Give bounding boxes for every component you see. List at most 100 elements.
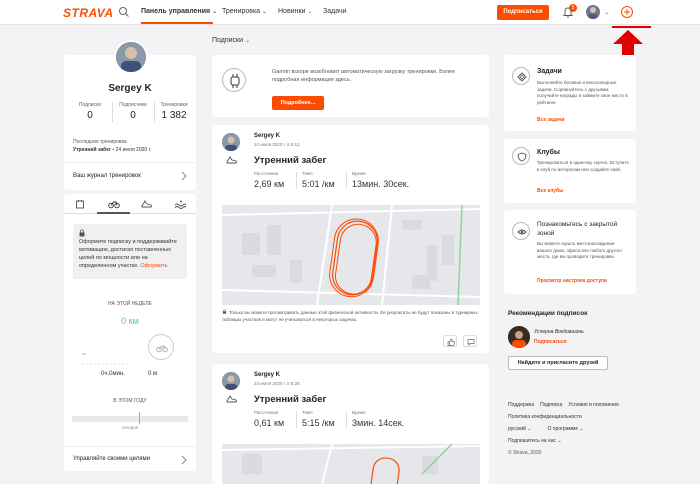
year-label: В ЭТОМ ГОДУ bbox=[113, 398, 147, 404]
distance-value: 2,69 км bbox=[254, 179, 285, 189]
activity-card: Sergey K 24 июля 2020 г. в 8:28 Утренний… bbox=[212, 364, 489, 484]
divider bbox=[346, 172, 347, 189]
shield-icon bbox=[512, 147, 530, 165]
subscriptions-count[interactable]: 0 bbox=[70, 110, 110, 121]
comment-icon bbox=[467, 339, 475, 346]
challenges-title[interactable]: Задачи bbox=[537, 68, 562, 75]
avatar[interactable] bbox=[114, 40, 148, 74]
subscribers-count[interactable]: 0 bbox=[113, 110, 153, 121]
garmin-notice-text: Garmin вскоре возобновит автоматическую … bbox=[272, 69, 456, 83]
pace-value: 5:15 /км bbox=[302, 418, 335, 428]
activity-card: Sergey K 24 июля 2020 г. в 8:12 Утренний… bbox=[212, 125, 489, 353]
pace-label: Темп bbox=[302, 171, 313, 176]
more-button[interactable]: Подробнее... bbox=[272, 96, 324, 110]
route-map[interactable] bbox=[222, 205, 480, 305]
all-clubs-link[interactable]: Все клубы bbox=[537, 188, 563, 194]
garmin-notice-card: Garmin вскоре возобновит автоматическую … bbox=[212, 55, 489, 117]
chevron-down-icon: ⌄ bbox=[245, 38, 251, 44]
recommendations-title: Рекомендации подписок bbox=[508, 310, 588, 317]
map-graphic bbox=[222, 205, 480, 305]
pace-value: 5:01 /км bbox=[302, 179, 335, 189]
route-map[interactable] bbox=[222, 444, 480, 484]
promo-link[interactable]: Оформить bbox=[140, 263, 167, 269]
last-training-label: Последняя тренировка bbox=[73, 139, 127, 145]
profile-card: Sergey K Подписки 0 Подписчики 0 Трениро… bbox=[64, 40, 196, 190]
chevron-right-icon bbox=[181, 171, 187, 181]
promo-text: Оформите подписку и поддерживайте мотива… bbox=[79, 238, 183, 270]
activity-title[interactable]: Утренний забег bbox=[254, 155, 326, 166]
trainings-label: Тренировки bbox=[160, 102, 188, 108]
time-label: Время bbox=[352, 410, 366, 415]
chevron-down-icon: ⌄ bbox=[212, 9, 218, 15]
time-value: 3мин. 14сек. bbox=[352, 418, 405, 428]
avatar[interactable] bbox=[586, 5, 600, 19]
activity-title[interactable]: Утренний забег bbox=[254, 394, 326, 405]
shoe-icon bbox=[226, 156, 237, 164]
search-icon[interactable] bbox=[118, 6, 130, 18]
plus-circle-icon[interactable] bbox=[620, 5, 634, 19]
week-elevation: 0 м bbox=[148, 371, 158, 377]
nav-dashboard[interactable]: Панель управления ⌄ bbox=[141, 8, 217, 15]
subscription-link[interactable]: Подписка bbox=[540, 402, 562, 408]
privacy-title[interactable]: Познакомьтесь с закрытой зоной bbox=[537, 220, 629, 238]
clubs-title[interactable]: Клубы bbox=[537, 149, 560, 156]
divider bbox=[296, 172, 297, 189]
athlete-name[interactable]: Sergey K bbox=[254, 133, 280, 139]
nav-training-label: Тренировка bbox=[222, 8, 261, 15]
strava-logo[interactable]: STRAVA bbox=[63, 6, 114, 20]
language-select[interactable]: русский ⌄ bbox=[508, 426, 532, 432]
active-tab-indicator bbox=[141, 22, 213, 24]
top-navigation: STRAVA Панель управления ⌄ Тренировка ⌄ Но… bbox=[0, 0, 700, 25]
tab-run[interactable] bbox=[130, 194, 163, 214]
athlete-name[interactable]: Sergey K bbox=[254, 372, 280, 378]
nav-news[interactable]: Новинки ⌄ bbox=[278, 8, 312, 15]
subscribe-button[interactable]: Подписаться bbox=[497, 5, 549, 20]
follow-us-label: Подпишитесь на нас bbox=[508, 438, 556, 444]
lock-icon bbox=[222, 309, 227, 314]
nav-tasks[interactable]: Задачи bbox=[323, 8, 347, 15]
follow-link[interactable]: Подписаться bbox=[534, 339, 567, 345]
activity-date: 24 июля 2020 г. в 8:12 bbox=[254, 142, 300, 147]
invite-friends-button[interactable]: Найдите и пригласите друзей bbox=[508, 356, 608, 370]
all-challenges-link[interactable]: Все задачи bbox=[537, 117, 565, 123]
privacy-policy-link[interactable]: Политика конфиденциальности bbox=[508, 414, 648, 420]
privacy-settings-link[interactable]: Просмотр настроек доступа bbox=[537, 278, 607, 284]
clubs-text: Тренироваться в одиночку скучно. Вступит… bbox=[537, 160, 629, 172]
training-journal-link[interactable]: Ваш журнал тренировок bbox=[64, 162, 196, 190]
last-training-date: • 24 июля 2020 г. bbox=[111, 147, 152, 153]
follow-us-dropdown[interactable]: Подпишитесь на нас ⌄ bbox=[508, 438, 562, 444]
profile-name[interactable]: Sergey K bbox=[64, 83, 196, 94]
nav-news-label: Новинки bbox=[278, 8, 306, 15]
today-marker bbox=[139, 412, 140, 424]
terms-link[interactable]: Условия и положения bbox=[568, 402, 618, 408]
tab-calendar[interactable] bbox=[64, 194, 97, 214]
time-label: Время bbox=[352, 171, 366, 176]
support-link[interactable]: Поддержка bbox=[508, 402, 534, 408]
divider bbox=[296, 411, 297, 428]
kudos-button[interactable] bbox=[443, 335, 457, 347]
nav-training[interactable]: Тренировка ⌄ bbox=[222, 8, 267, 15]
clubs-card: Клубы Тренироваться в одиночку скучно. В… bbox=[504, 139, 636, 203]
language-value: русский bbox=[508, 426, 526, 432]
feed-filter-label: Подписки bbox=[212, 37, 244, 44]
trainings-count[interactable]: 1 382 bbox=[154, 110, 194, 121]
challenges-text: Выполняйте беговые и велосипедные задачи… bbox=[537, 80, 628, 105]
recommended-athlete-name[interactable]: Усперна Вохдовшонь bbox=[534, 329, 584, 335]
avatar[interactable] bbox=[222, 133, 240, 151]
week-label: НА ЭТОЙ НЕДЕЛЕ bbox=[108, 301, 152, 307]
chevron-down-icon[interactable]: ⌄ bbox=[604, 9, 609, 16]
about-dropdown[interactable]: О программе ⌄ bbox=[548, 426, 584, 432]
avatar[interactable] bbox=[508, 326, 530, 348]
manage-goals-link[interactable]: Управляйте своими целями bbox=[64, 446, 196, 471]
chevron-down-icon: ⌄ bbox=[579, 426, 584, 432]
last-training-name: Утренний забег bbox=[73, 147, 112, 153]
copyright: © Strava, 2020 bbox=[508, 450, 542, 456]
avatar[interactable] bbox=[222, 372, 240, 390]
feed-filter-dropdown[interactable]: Подписки ⌄ bbox=[212, 37, 250, 44]
comment-button[interactable] bbox=[463, 335, 477, 347]
thumbs-up-icon bbox=[447, 338, 455, 346]
chevron-down-icon: ⌄ bbox=[557, 438, 562, 444]
last-training-value[interactable]: Утренний забег • 24 июля 2020 г. bbox=[73, 147, 151, 153]
tab-swim[interactable] bbox=[163, 194, 196, 214]
tab-ride[interactable] bbox=[97, 194, 130, 214]
